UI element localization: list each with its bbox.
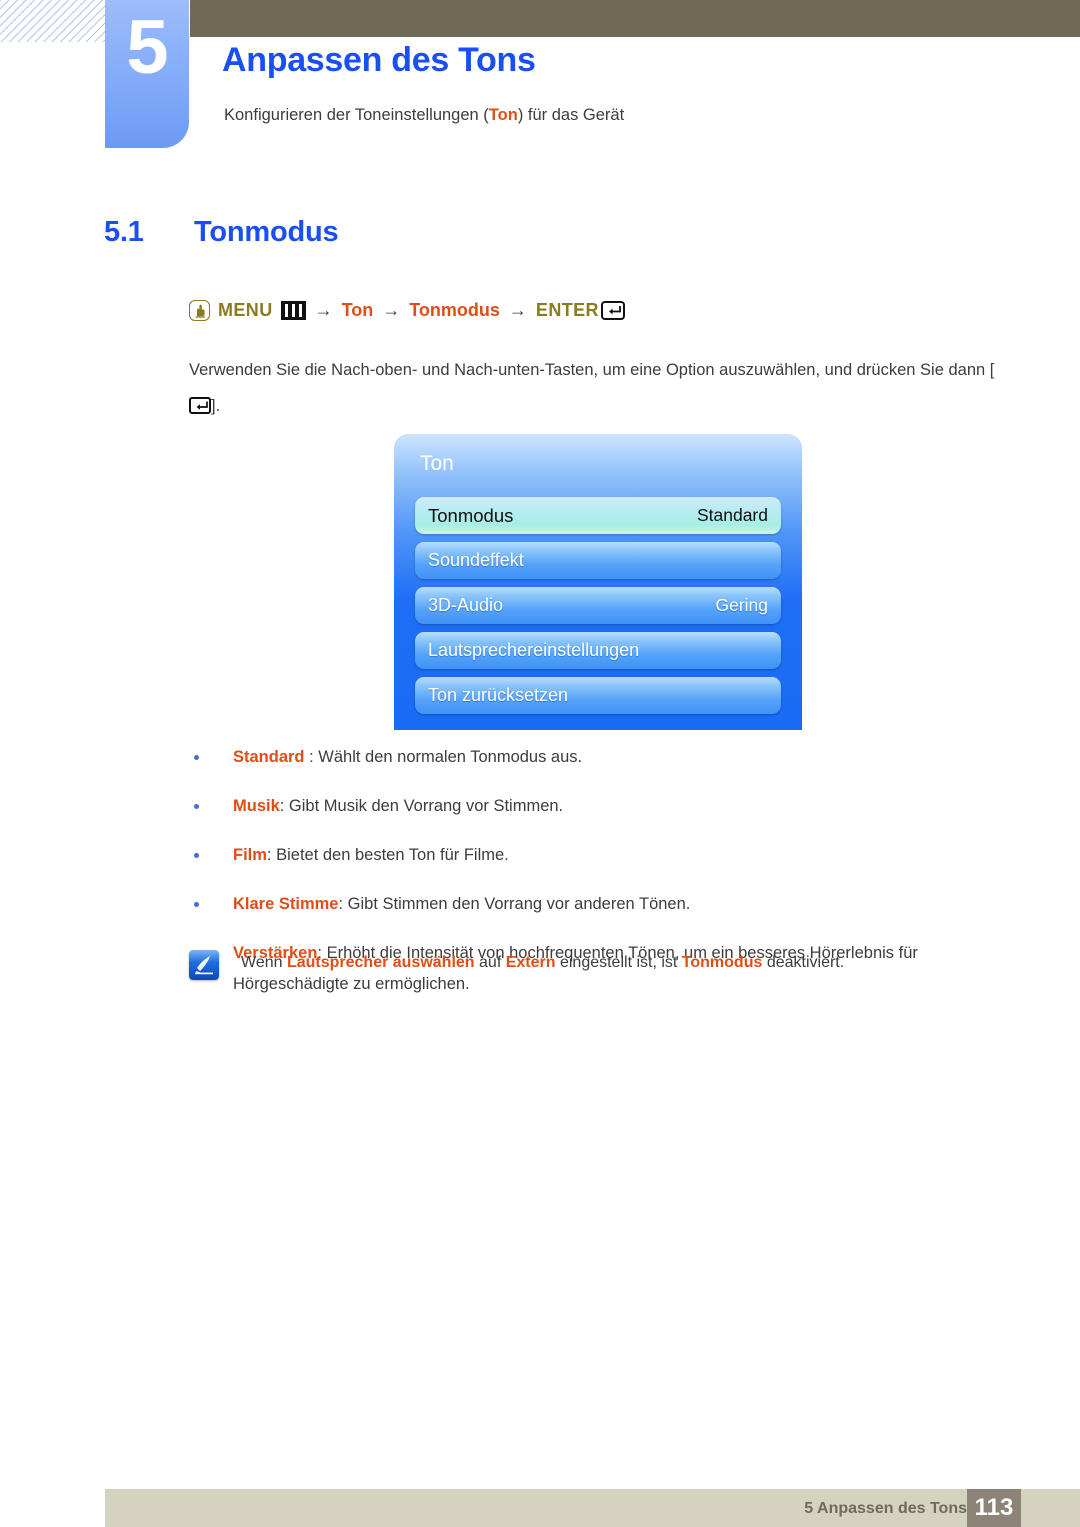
instruction-text-after: ]. xyxy=(211,397,221,415)
bullet-dot-icon xyxy=(194,804,199,809)
bullet-description: : Gibt Stimmen den Vorrang vor anderen T… xyxy=(338,895,691,913)
section-title: Tonmodus xyxy=(194,216,339,248)
bullet-dot-icon xyxy=(194,755,199,760)
chapter-subtitle-after: ) für das Gerät xyxy=(517,106,625,124)
enter-key-icon xyxy=(600,301,625,320)
menu-path-item-ton: Ton xyxy=(341,300,374,320)
osd-row-value: Gering xyxy=(715,595,768,615)
note-part-2: auf xyxy=(474,954,506,971)
bullet-dot-icon xyxy=(194,902,199,907)
bullet-term: Film xyxy=(233,846,267,864)
osd-row[interactable]: Ton zurücksetzen xyxy=(415,677,781,714)
chapter-number-box: 5 xyxy=(105,0,189,148)
bullet-list: Standard : Wählt den normalen Tonmodus a… xyxy=(189,742,979,1018)
chapter-title: Anpassen des Tons xyxy=(222,41,536,79)
instruction-paragraph: Verwenden Sie die Nach-oben- und Nach-un… xyxy=(189,352,1005,424)
bullet-dot-icon xyxy=(194,853,199,858)
note-block: Wenn Lautsprecher auswählen auf Extern e… xyxy=(189,950,979,980)
chapter-subtitle: Konfigurieren der Toneinstellungen (Ton)… xyxy=(224,106,624,125)
header-olive-bar xyxy=(190,0,1080,37)
section-heading: 5.1 Tonmodus xyxy=(104,216,339,249)
chapter-subtitle-before: Konfigurieren der Toneinstellungen ( xyxy=(224,106,489,124)
menu-bars-icon xyxy=(280,301,306,320)
chapter-number: 5 xyxy=(126,5,168,90)
bullet-term: Klare Stimme xyxy=(233,895,339,913)
path-arrow-2: → xyxy=(382,300,401,320)
osd-row-value: Standard xyxy=(696,505,768,525)
path-arrow-1: → xyxy=(314,300,333,320)
bullet-item: Musik: Gibt Musik den Vorrang vor Stimme… xyxy=(189,791,979,822)
note-pen-icon xyxy=(189,950,219,980)
footer-chapter-label: 5 Anpassen des Tons xyxy=(804,1500,967,1517)
path-arrow-3: → xyxy=(508,300,527,320)
osd-title: Ton xyxy=(420,452,454,475)
osd-row[interactable]: Soundeffekt xyxy=(415,542,781,579)
osd-row-label: Ton zurücksetzen xyxy=(428,685,569,705)
osd-row[interactable]: 3D-Audio Gering xyxy=(415,587,781,624)
osd-row[interactable]: Tonmodus Standard xyxy=(415,497,781,534)
instruction-text-before: Verwenden Sie die Nach-oben- und Nach-un… xyxy=(189,361,995,379)
enter-key-icon-inline xyxy=(189,397,211,414)
osd-row-label: 3D-Audio xyxy=(428,595,504,615)
footer-page-number: 113 xyxy=(967,1489,1021,1527)
note-keyword-3: Tonmodus xyxy=(681,954,763,971)
note-part-3: eingestellt ist, ist xyxy=(555,954,682,971)
osd-row[interactable]: Lautsprechereinstellungen xyxy=(415,632,781,669)
note-part-4: deaktiviert. xyxy=(762,954,845,971)
bullet-item: Standard : Wählt den normalen Tonmodus a… xyxy=(189,742,979,773)
bullet-term: Musik xyxy=(233,797,280,815)
osd-row-label: Soundeffekt xyxy=(428,550,524,570)
bullet-term: Standard xyxy=(233,748,305,766)
osd-row-list: Tonmodus Standard Soundeffekt 3D-Audio Gerin… xyxy=(415,497,781,722)
enter-label: ENTER xyxy=(535,300,599,320)
menu-path: MENU → Ton → Tonmodus → ENTER xyxy=(189,300,625,321)
bullet-item: Film: Bietet den besten Ton für Filme. xyxy=(189,840,979,871)
note-keyword-1: Lautsprecher auswählen xyxy=(286,954,475,971)
bullet-description: : Gibt Musik den Vorrang vor Stimmen. xyxy=(279,797,564,815)
osd-row-label: Tonmodus xyxy=(428,504,514,526)
menu-label: MENU xyxy=(218,300,273,320)
note-keyword-2: Extern xyxy=(505,954,556,971)
section-number: 5.1 xyxy=(104,216,144,248)
menu-path-item-tonmodus: Tonmodus xyxy=(409,300,500,320)
hand-press-icon xyxy=(189,300,210,321)
hatch-decoration xyxy=(0,0,112,42)
osd-menu-panel: Ton Tonmodus Standard Soundeffekt 3D-Audio G… xyxy=(394,434,802,730)
note-part-1: Wenn xyxy=(241,954,287,971)
bullet-item: Klare Stimme: Gibt Stimmen den Vorrang v… xyxy=(189,889,979,920)
note-text: Wenn Lautsprecher auswählen auf Extern e… xyxy=(241,950,979,976)
bullet-description: : Wählt den normalen Tonmodus aus. xyxy=(304,748,583,766)
bullet-description: : Bietet den besten Ton für Filme. xyxy=(266,846,509,864)
osd-row-label: Lautsprechereinstellungen xyxy=(428,640,640,660)
chapter-subtitle-keyword: Ton xyxy=(488,106,518,124)
